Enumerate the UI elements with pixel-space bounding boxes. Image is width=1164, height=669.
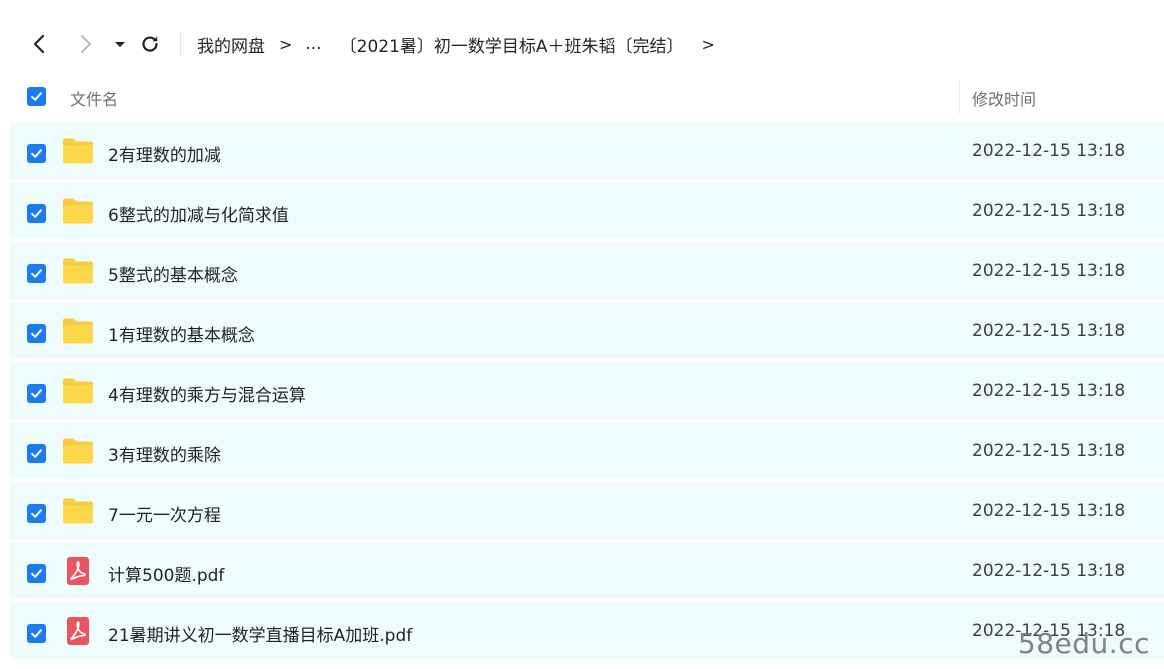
toolbar-divider: [180, 32, 181, 56]
file-row[interactable]: 21暑期讲义初一数学直播目标A加班.pdf 2022-12-15 13:18: [10, 603, 1164, 659]
file-modified-time: 2022-12-15 13:18: [972, 141, 1126, 161]
breadcrumb-item-current[interactable]: 〔2021暑〕初一数学目标A＋班朱韬〔完结〕: [340, 32, 684, 57]
breadcrumb-separator: >: [701, 34, 715, 54]
file-row[interactable]: 7一元一次方程 2022-12-15 13:18: [10, 483, 1164, 539]
row-checkbox[interactable]: [27, 444, 46, 463]
file-modified-time: 2022-12-15 13:18: [972, 501, 1126, 521]
refresh-icon[interactable]: [138, 32, 162, 56]
file-name[interactable]: 6整式的加减与化简求值: [108, 201, 289, 226]
column-divider: [959, 80, 960, 114]
select-all-checkbox[interactable]: [27, 87, 46, 106]
file-modified-time: 2022-12-15 13:18: [972, 261, 1126, 281]
pdf-icon: [62, 617, 94, 645]
breadcrumb-item-root[interactable]: 我的网盘: [197, 32, 265, 57]
file-name[interactable]: 4有理数的乘方与混合运算: [108, 381, 306, 406]
file-row[interactable]: 2有理数的加减 2022-12-15 13:18: [10, 123, 1164, 179]
breadcrumb-item-ellipsis[interactable]: ...: [305, 34, 321, 54]
file-name[interactable]: 3有理数的乘除: [108, 441, 221, 466]
row-checkbox[interactable]: [27, 144, 46, 163]
breadcrumb-separator: >: [279, 34, 293, 54]
folder-icon: [62, 377, 94, 405]
file-modified-time: 2022-12-15 13:18: [972, 441, 1126, 461]
folder-icon: [62, 197, 94, 225]
file-row[interactable]: 5整式的基本概念 2022-12-15 13:18: [10, 243, 1164, 299]
folder-icon: [62, 137, 94, 165]
row-checkbox[interactable]: [27, 624, 46, 643]
column-header-modified[interactable]: 修改时间: [972, 86, 1036, 110]
file-list-header: 文件名 修改时间: [0, 74, 1164, 120]
file-modified-time: 2022-12-15 13:18: [972, 381, 1126, 401]
toolbar: 我的网盘 > ... 〔2021暑〕初一数学目标A＋班朱韬〔完结〕 >: [0, 22, 1164, 66]
folder-icon: [62, 497, 94, 525]
file-name[interactable]: 21暑期讲义初一数学直播目标A加班.pdf: [108, 621, 412, 646]
file-row[interactable]: 1有理数的基本概念 2022-12-15 13:18: [10, 303, 1164, 359]
row-checkbox[interactable]: [27, 504, 46, 523]
file-name[interactable]: 2有理数的加减: [108, 141, 221, 166]
chevron-left-icon[interactable]: [28, 32, 52, 56]
folder-icon: [62, 317, 94, 345]
file-row[interactable]: 4有理数的乘方与混合运算 2022-12-15 13:18: [10, 363, 1164, 419]
file-modified-time: 2022-12-15 13:18: [972, 561, 1126, 581]
file-name[interactable]: 1有理数的基本概念: [108, 321, 255, 346]
watermark: 58edu.cc: [1017, 627, 1150, 660]
file-name[interactable]: 5整式的基本概念: [108, 261, 238, 286]
pdf-icon: [62, 557, 94, 585]
file-row[interactable]: 3有理数的乘除 2022-12-15 13:18: [10, 423, 1164, 479]
file-row[interactable]: 计算500题.pdf 2022-12-15 13:18: [10, 543, 1164, 599]
row-checkbox[interactable]: [27, 564, 46, 583]
breadcrumb: 我的网盘 > ... 〔2021暑〕初一数学目标A＋班朱韬〔完结〕 >: [197, 22, 728, 66]
file-modified-time: 2022-12-15 13:18: [972, 201, 1126, 221]
file-row[interactable]: 6整式的加减与化简求值 2022-12-15 13:18: [10, 183, 1164, 239]
column-header-name[interactable]: 文件名: [70, 86, 118, 110]
chevron-right-icon[interactable]: [73, 32, 97, 56]
folder-icon: [62, 437, 94, 465]
row-checkbox[interactable]: [27, 204, 46, 223]
file-name[interactable]: 7一元一次方程: [108, 501, 221, 526]
folder-icon: [62, 257, 94, 285]
row-checkbox[interactable]: [27, 324, 46, 343]
file-modified-time: 2022-12-15 13:18: [972, 321, 1126, 341]
file-name[interactable]: 计算500题.pdf: [108, 561, 224, 586]
row-checkbox[interactable]: [27, 264, 46, 283]
caret-down-icon[interactable]: [108, 32, 132, 56]
row-checkbox[interactable]: [27, 384, 46, 403]
